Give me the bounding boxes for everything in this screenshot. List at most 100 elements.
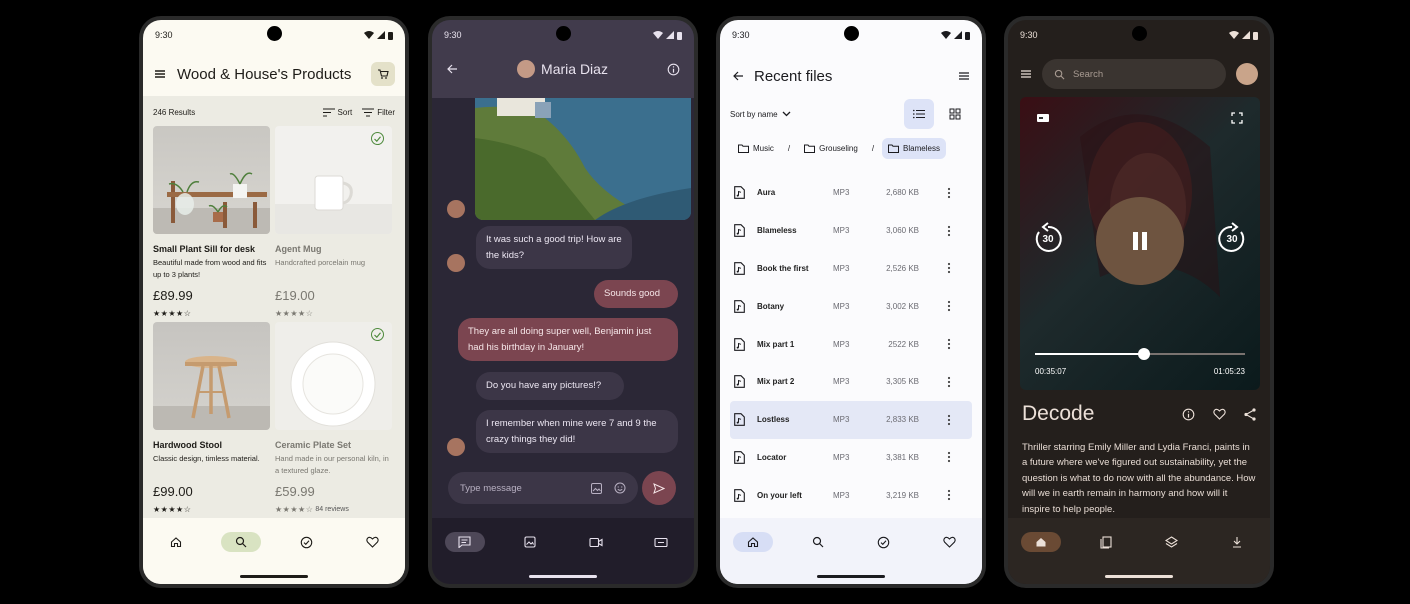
gesture-bar (1105, 575, 1173, 578)
file-size: 3,060 KB (886, 226, 919, 236)
more-vertical-icon[interactable] (947, 414, 951, 426)
nav-home[interactable] (732, 532, 773, 552)
product-rating: ★★★★☆ 84 reviews (275, 505, 392, 514)
share-icon[interactable] (1244, 407, 1256, 421)
message-outgoing: They are all doing super well, Benjamin … (458, 318, 678, 362)
ticket-icon (654, 537, 668, 547)
file-row[interactable]: Locator MP3 3,381 KB (730, 439, 972, 477)
download-icon (1233, 537, 1242, 548)
image-attach-icon[interactable] (591, 482, 602, 494)
more-vertical-icon[interactable] (947, 300, 951, 312)
avatar (447, 438, 465, 456)
cart-button[interactable] (371, 62, 395, 86)
menu-icon[interactable] (958, 71, 970, 81)
filter-button[interactable]: Filter (362, 108, 395, 117)
audio-file-icon (734, 337, 745, 351)
more-vertical-icon[interactable] (947, 225, 951, 237)
nav-search[interactable] (798, 532, 838, 552)
breadcrumb-blameless[interactable]: Blameless (882, 138, 946, 159)
pause-button[interactable] (1096, 197, 1184, 285)
videocam-icon (589, 537, 603, 547)
send-button[interactable] (642, 471, 676, 505)
search-input[interactable]: Search (1042, 59, 1226, 89)
nav-downloads[interactable] (1217, 532, 1257, 552)
heart-icon[interactable] (1213, 408, 1226, 420)
files-screen: 9:30 Recent files Sort by name Music / G… (720, 20, 982, 584)
message-input[interactable]: Type message (448, 472, 638, 504)
file-row[interactable]: Aura MP3 2,680 KB (730, 174, 972, 212)
file-name: Mix part 1 (757, 339, 795, 349)
more-vertical-icon[interactable] (947, 187, 951, 199)
nav-verified[interactable] (287, 532, 327, 552)
file-type: MP3 (833, 263, 850, 273)
nav-video[interactable] (576, 532, 616, 552)
contact-header[interactable]: Maria Diaz (458, 60, 667, 78)
seek-bar[interactable] (1035, 348, 1245, 360)
selected-check-icon[interactable] (371, 132, 384, 145)
wifi-icon (941, 31, 951, 39)
sort-button[interactable]: Sort (322, 108, 352, 117)
nav-home[interactable] (1020, 532, 1061, 552)
back-arrow-icon[interactable] (446, 63, 458, 75)
file-type: MP3 (833, 301, 850, 311)
fullscreen-icon[interactable] (1230, 111, 1244, 125)
product-card[interactable]: Hardwood Stool Classic design, timless m… (153, 322, 270, 514)
nav-favorites[interactable] (352, 532, 392, 552)
video-player[interactable]: 30 30 00:35:07 01:05:23 (1020, 97, 1260, 390)
status-icons (653, 31, 682, 40)
file-row[interactable]: Lostless MP3 2,833 KB (730, 400, 972, 439)
nav-photos[interactable] (510, 532, 550, 552)
avatar[interactable] (1236, 63, 1258, 85)
chat-bubble-icon (458, 536, 471, 548)
grid-view-button[interactable] (940, 99, 970, 129)
back-arrow-icon[interactable] (732, 70, 744, 82)
file-row[interactable]: Mix part 2 MP3 3,305 KB (730, 363, 972, 401)
product-card[interactable]: Agent Mug Handcrafted porcelain mug £19.… (275, 126, 392, 318)
sort-dropdown[interactable]: Sort by name (730, 110, 898, 119)
rewind-button[interactable]: 30 (1028, 219, 1068, 259)
more-vertical-icon[interactable] (947, 489, 951, 501)
file-row[interactable]: Botany MP3 3,002 KB (730, 287, 972, 325)
product-name: Hardwood Stool (153, 440, 222, 450)
nav-home[interactable] (156, 532, 196, 552)
file-size: 2522 KB (888, 339, 919, 349)
info-icon[interactable] (667, 63, 680, 76)
breadcrumb-label: Blameless (903, 144, 940, 153)
file-row[interactable]: On your left MP3 3,219 KB (730, 476, 972, 514)
more-vertical-icon[interactable] (947, 338, 951, 350)
product-description: Hand made in our personal kiln, in a tex… (275, 454, 389, 475)
product-image-stool (153, 322, 270, 430)
selected-check-icon[interactable] (371, 328, 384, 341)
file-row[interactable]: Blameless MP3 3,060 KB (730, 212, 972, 250)
nav-search[interactable] (221, 532, 262, 552)
nav-verified[interactable] (864, 532, 904, 552)
nav-library[interactable] (1086, 532, 1126, 552)
list-view-button[interactable] (904, 99, 934, 129)
product-card[interactable]: Ceramic Plate Set Hand made in our perso… (275, 322, 392, 514)
nav-tickets[interactable] (641, 532, 681, 552)
product-name: Small Plant Sill for desk (153, 244, 256, 254)
avatar (517, 60, 536, 78)
captions-icon[interactable] (1036, 111, 1050, 125)
more-vertical-icon[interactable] (947, 262, 951, 274)
menu-icon[interactable] (153, 68, 167, 80)
more-vertical-icon[interactable] (947, 376, 951, 388)
emoji-icon[interactable] (614, 482, 626, 494)
status-icons (1229, 31, 1258, 40)
nav-favorites[interactable] (929, 532, 969, 552)
shared-photo[interactable] (475, 98, 691, 220)
nav-messages[interactable] (444, 532, 485, 552)
forward-button[interactable]: 30 (1212, 219, 1252, 259)
status-time: 9:30 (444, 30, 462, 40)
nav-layers[interactable] (1152, 532, 1192, 552)
more-vertical-icon[interactable] (947, 451, 951, 463)
menu-icon[interactable] (1020, 69, 1032, 79)
breadcrumb-grouseling[interactable]: Grouseling (798, 138, 864, 159)
file-row[interactable]: Book the first MP3 2,526 KB (730, 250, 972, 288)
heart-icon (943, 536, 956, 548)
product-card[interactable]: Small Plant Sill for desk Beautiful made… (153, 126, 270, 318)
breadcrumb-music[interactable]: Music (732, 138, 780, 159)
info-icon[interactable] (1182, 408, 1195, 421)
file-row[interactable]: Mix part 1 MP3 2522 KB (730, 325, 972, 363)
battery-icon (965, 31, 970, 40)
